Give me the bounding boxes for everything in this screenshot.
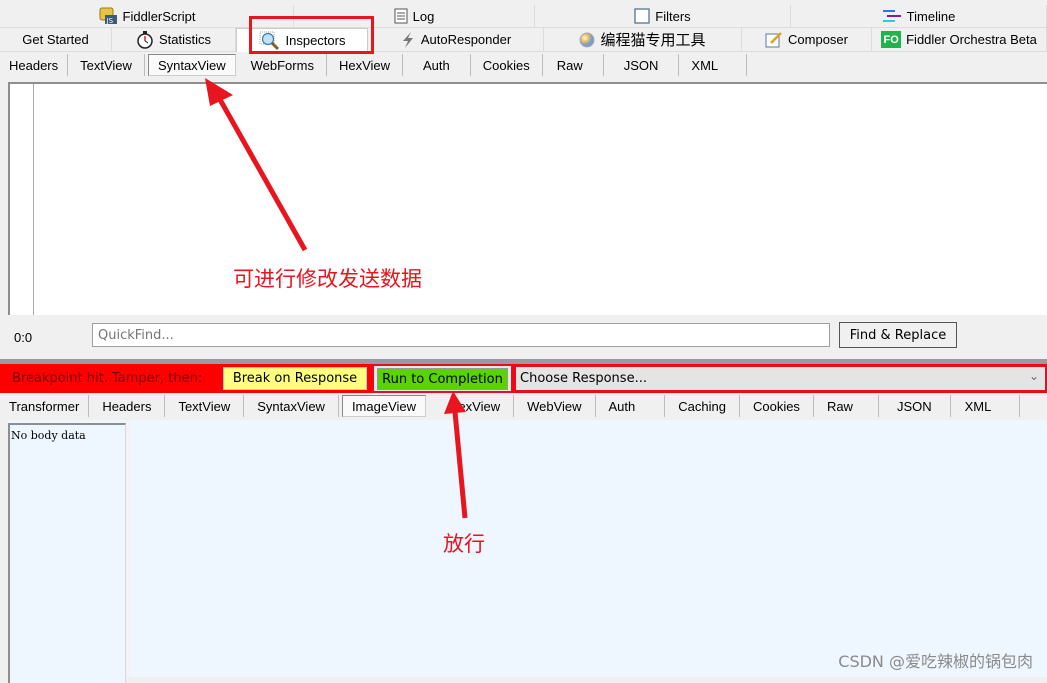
annotation-release-note: 放行 xyxy=(443,532,485,556)
watermark: CSDN @爱吃辣椒的锅包肉 xyxy=(838,652,1033,671)
arrow-to-run-to-completion xyxy=(444,391,468,519)
arrow-to-syntaxview xyxy=(205,78,308,252)
annotation-arrows xyxy=(205,78,468,519)
annotation-modify-note: 可进行修改发送数据 xyxy=(233,267,422,291)
